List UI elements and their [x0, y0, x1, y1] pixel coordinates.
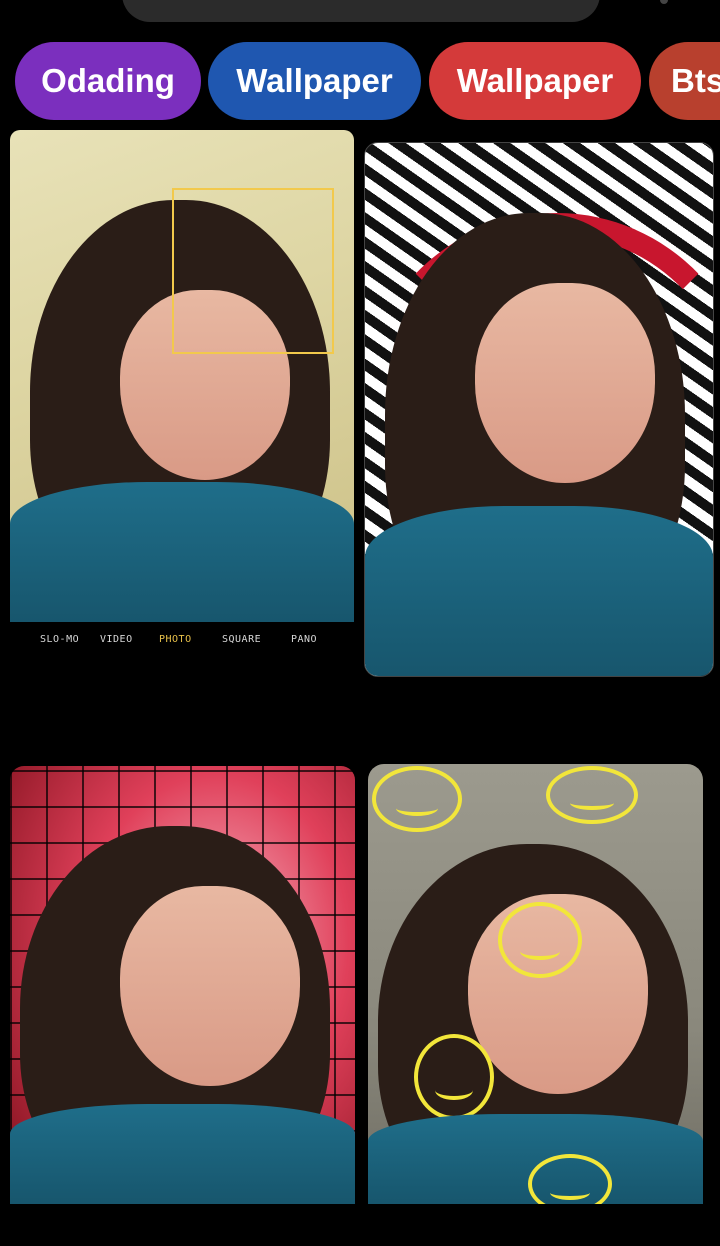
photo-subject-shirt	[365, 506, 713, 676]
mode-square: SQUARE	[222, 634, 262, 645]
chip-wallpaper-blue[interactable]: Wallpaper	[208, 42, 421, 120]
pin-card-camera-photo[interactable]	[10, 130, 354, 622]
pin-card-grid[interactable]	[10, 766, 355, 1204]
mode-pano: PANO	[291, 634, 318, 645]
chip-wallpaper-red[interactable]: Wallpaper	[429, 42, 641, 120]
smiley-decoration	[546, 766, 638, 824]
smiley-decoration	[498, 902, 582, 978]
chip-odading[interactable]: Odading	[15, 42, 201, 120]
search-bar[interactable]	[122, 0, 600, 22]
mode-slo-mo: SLO-MO	[40, 634, 80, 645]
photo-subject-shirt	[10, 1104, 355, 1204]
mode-photo: PHOTO	[159, 634, 192, 645]
pin-card-smiley[interactable]	[368, 764, 703, 1204]
focus-box	[172, 188, 334, 354]
mode-video: VIDEO	[100, 634, 133, 645]
smiley-decoration	[372, 766, 462, 832]
chip-bts[interactable]: Bts	[649, 42, 720, 120]
menu-icon[interactable]	[660, 0, 668, 4]
photo-subject-shirt	[10, 482, 354, 622]
camera-mode-bar: SLO-MO VIDEO PHOTO SQUARE PANO	[10, 622, 354, 660]
category-chips: Odading Wallpaper Wallpaper Bts	[0, 42, 720, 120]
pin-card-zebra[interactable]	[364, 142, 714, 677]
photo-subject-face	[475, 283, 655, 483]
smiley-decoration	[414, 1034, 494, 1120]
photo-subject-face	[120, 886, 300, 1086]
